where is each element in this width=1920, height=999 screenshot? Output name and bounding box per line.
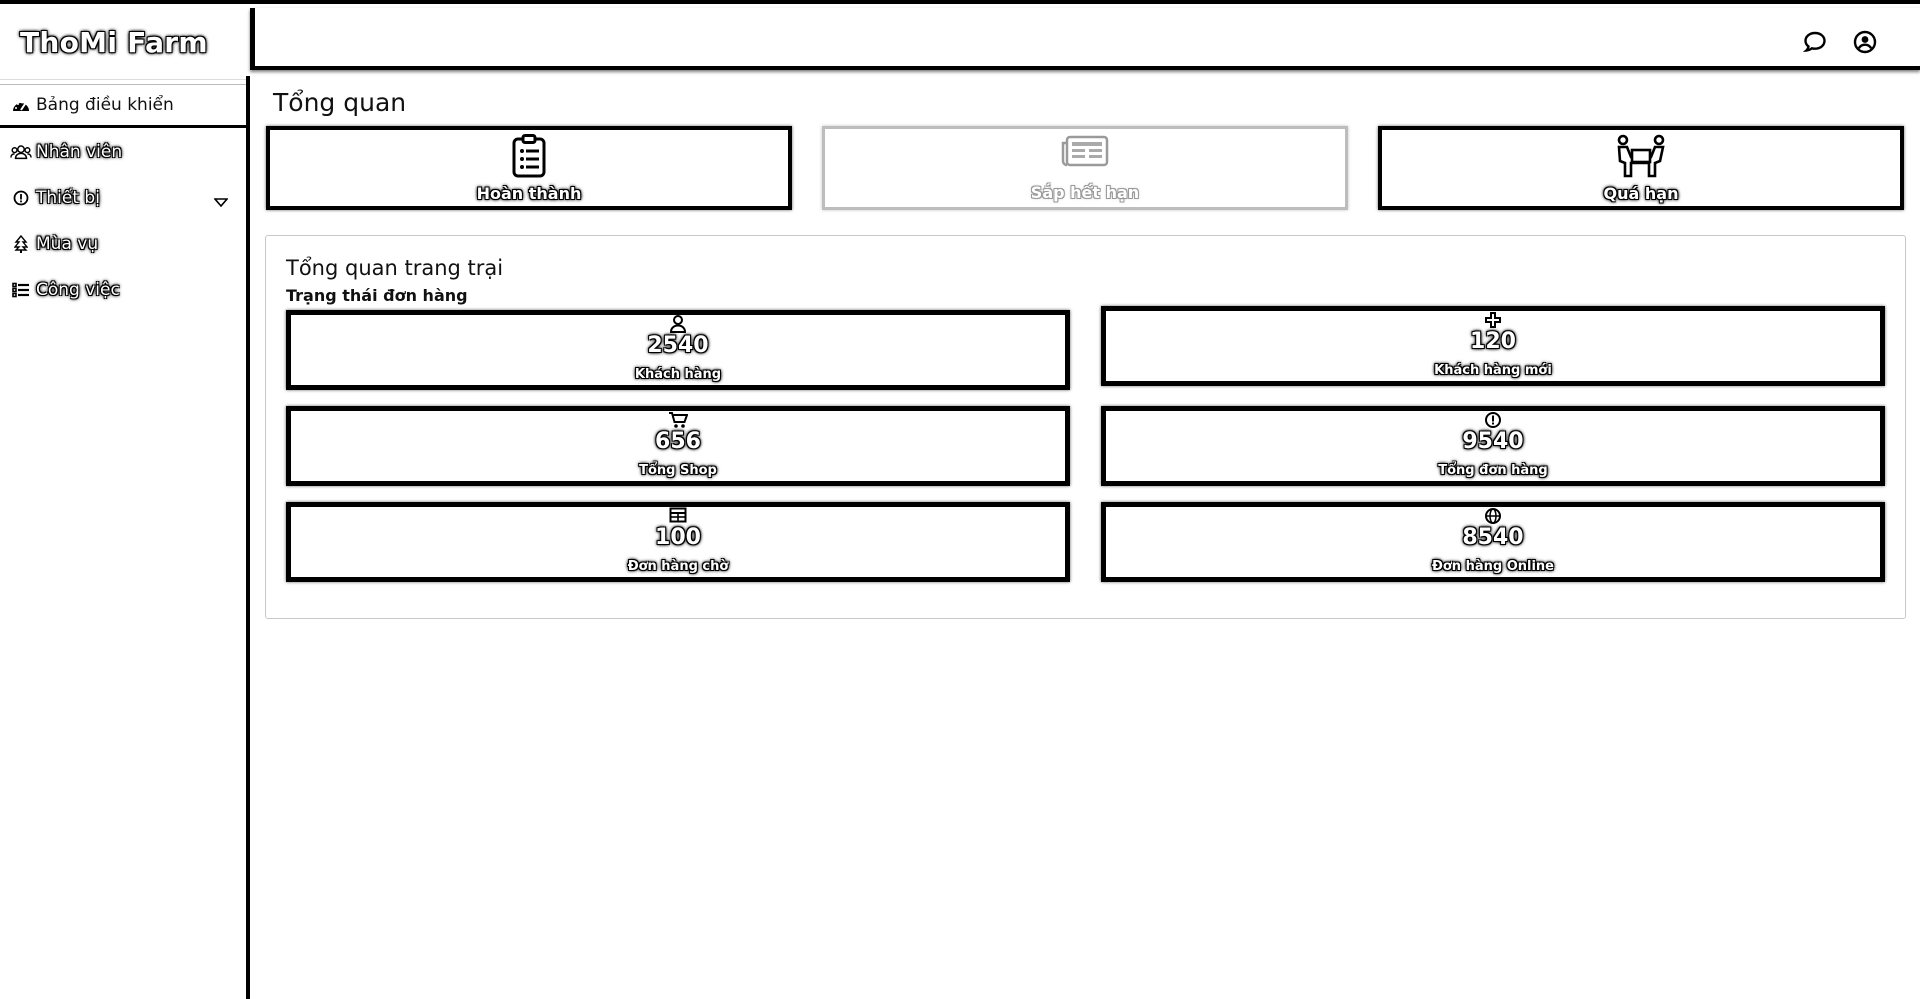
sidebar-item-label: Bảng điều khiển [36, 95, 174, 115]
status-card-overdue[interactable]: Quá hạn [1378, 126, 1904, 210]
metric-label: Đơn hàng chờ [627, 559, 729, 574]
metric-label: Khách hàng [634, 367, 722, 382]
metric-total-orders[interactable]: 9540 Tổng đơn hàng [1101, 406, 1885, 486]
metric-customers[interactable]: 2540 Khách hàng [286, 310, 1070, 390]
metric-label: Tổng Shop [639, 463, 717, 478]
people-carry-icon [1613, 134, 1669, 178]
metric-value: 100 [655, 525, 701, 550]
panel-subtitle: Trạng thái đơn hàng [286, 286, 468, 305]
status-card-expiring[interactable]: Sắp hết hạn [822, 126, 1348, 210]
user-circle-icon[interactable] [1853, 30, 1877, 54]
header-bar [250, 8, 1920, 70]
metric-value: 2540 [647, 333, 709, 358]
metric-label: Tổng đơn hàng [1438, 463, 1548, 478]
newspaper-icon [1061, 133, 1109, 177]
sidebar: Bảng điều khiển Nhân viên Thiết bị Mùa v… [0, 76, 250, 999]
metric-value: 9540 [1462, 429, 1524, 454]
clipboard-list-icon [511, 134, 547, 178]
top-bar: ThoMi Farm [0, 0, 1920, 80]
status-card-completed[interactable]: Hoàn thành [266, 126, 792, 210]
globe-icon [1484, 507, 1502, 527]
metric-total-shops[interactable]: 656 Tổng Shop [286, 406, 1070, 486]
sidebar-item-devices[interactable]: Thiết bị [0, 176, 246, 220]
dashboard-icon [10, 96, 32, 114]
metric-online-orders[interactable]: 8540 Đơn hàng Online [1101, 502, 1885, 582]
brand-area: ThoMi Farm [0, 8, 250, 80]
sidebar-item-label: Nhân viên [36, 142, 123, 162]
user-icon [669, 315, 687, 335]
sidebar-item-employees[interactable]: Nhân viên [0, 130, 246, 174]
panel-title: Tổng quan trang trại [286, 256, 504, 280]
chat-bubble-icon[interactable] [1803, 30, 1827, 54]
tree-icon [10, 235, 32, 253]
sidebar-item-tasks[interactable]: Công việc [0, 268, 246, 312]
table-icon [669, 507, 687, 527]
page-title: Tổng quan [273, 88, 407, 117]
sidebar-item-label: Công việc [36, 280, 120, 300]
users-icon [10, 143, 32, 161]
status-card-label: Sắp hết hạn [1030, 183, 1140, 202]
sidebar-item-dashboard[interactable]: Bảng điều khiển [0, 84, 246, 128]
info-icon [1484, 411, 1502, 431]
metric-label: Khách hàng mới [1434, 363, 1552, 378]
metric-value: 8540 [1462, 525, 1524, 550]
farm-overview-panel: Tổng quan trang trại Trạng thái đơn hàng… [265, 235, 1906, 619]
metric-value: 656 [655, 429, 701, 454]
brand-logo[interactable]: ThoMi Farm [20, 26, 208, 59]
sidebar-item-seasons[interactable]: Mùa vụ [0, 222, 246, 266]
metric-pending-orders[interactable]: 100 Đơn hàng chờ [286, 502, 1070, 582]
status-card-label: Quá hạn [1603, 184, 1679, 203]
status-card-label: Hoàn thành [476, 184, 582, 203]
cart-icon [668, 411, 689, 431]
metric-value: 120 [1470, 329, 1516, 354]
sidebar-item-label: Thiết bị [36, 188, 100, 208]
sidebar-item-label: Mùa vụ [36, 234, 99, 254]
metric-label: Đơn hàng Online [1431, 559, 1554, 574]
info-icon [10, 189, 32, 207]
chevron-down-icon[interactable] [213, 192, 229, 212]
plus-icon [1484, 311, 1502, 331]
task-list-icon [10, 281, 32, 299]
metric-new-customers[interactable]: 120 Khách hàng mới [1101, 306, 1885, 386]
